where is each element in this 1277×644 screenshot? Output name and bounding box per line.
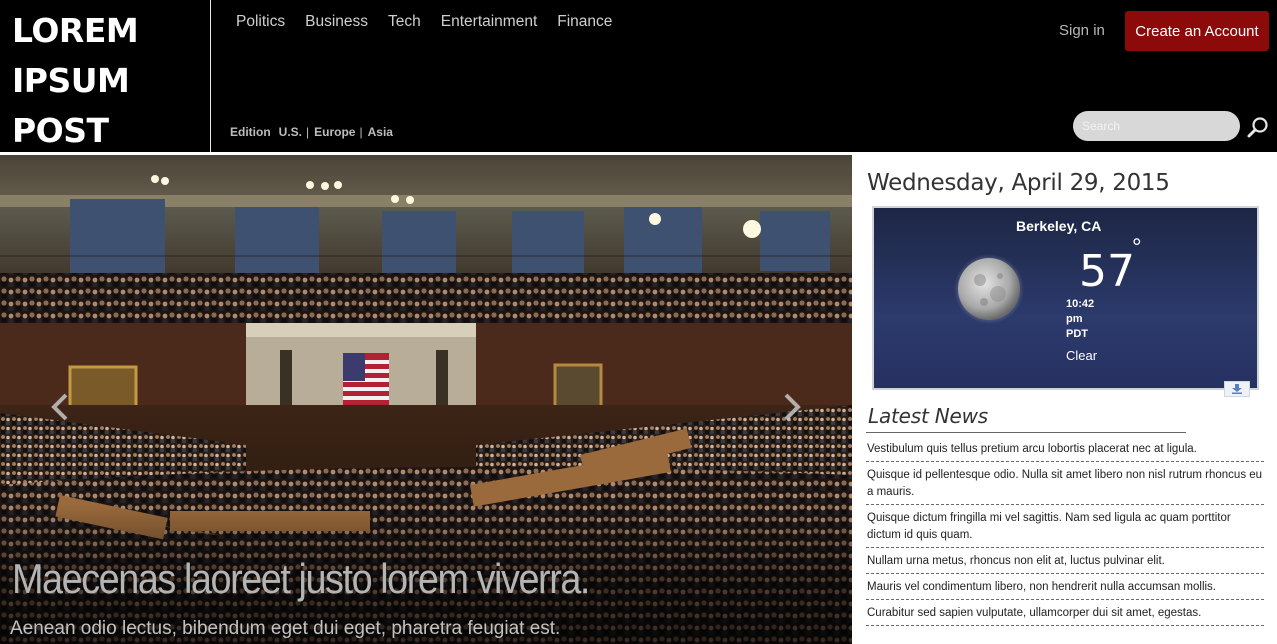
weather-temperature: 57 [1079,246,1135,297]
latest-news-list: Vestibulum quis tellus pretium arcu lobo… [866,440,1264,630]
nav-item-finance[interactable]: Finance [557,12,612,32]
list-item: Nullam urna metus, rhoncus non elit at, … [866,552,1264,574]
weather-time-ampm: pm [1066,313,1083,325]
site-logo[interactable]: LOREM IPSUM POST [0,0,211,152]
nav-item-tech[interactable]: Tech [388,12,421,32]
weather-city: Berkeley, CA [1016,218,1102,234]
moon-icon [954,254,1024,324]
hero-headline[interactable]: Maecenas laoreet justo lorem viverra. [12,555,590,603]
weather-timezone: PDT [1066,328,1088,340]
news-link[interactable]: Mauris vel condimentum libero, non hendr… [867,579,1263,596]
create-account-button[interactable]: Create an Account [1125,11,1269,51]
edition-label: Edition [230,125,271,139]
nav-item-politics[interactable]: Politics [236,12,285,32]
edition-us-link[interactable]: U.S. [279,125,302,139]
nav-item-entertainment[interactable]: Entertainment [441,12,538,32]
logo-line-3: POST [12,111,109,150]
hero-subheadline: Aenean odio lectus, bibendum eget dui eg… [10,618,561,639]
latest-news-divider [866,432,1186,433]
current-date: Wednesday, April 29, 2015 [867,170,1170,196]
weather-time: 10:42 pm PDT [1066,297,1106,342]
news-link[interactable]: Quisque dictum fringilla mi vel sagittis… [867,510,1263,544]
download-icon[interactable] [1224,381,1250,397]
weather-time-value: 10:42 [1066,298,1095,310]
search-input[interactable] [1073,111,1240,141]
weather-widget: Berkeley, CA 57 ° 10:42 pm PDT Clear [872,206,1259,390]
list-item: Mauris vel condimentum libero, non hendr… [866,578,1264,600]
news-link[interactable]: Curabitur sed sapien vulputate, ullamcor… [867,605,1263,622]
main-nav: Politics Business Tech Entertainment Fin… [226,12,622,32]
edition-separator: | [359,125,363,139]
nav-item-business[interactable]: Business [305,12,368,32]
edition-separator: | [306,125,310,139]
list-item: Quisque dictum fringilla mi vel sagittis… [866,509,1264,548]
latest-news-heading: Latest News [868,404,989,428]
news-link[interactable]: Vestibulum quis tellus pretium arcu lobo… [867,441,1263,458]
list-item: Vestibulum quis tellus pretium arcu lobo… [866,440,1264,462]
edition-selector: Edition U.S. | Europe | Asia [230,125,393,139]
site-header: LOREM IPSUM POST Politics Business Tech … [0,0,1277,152]
chevron-left-icon[interactable] [48,391,72,423]
news-link[interactable]: Quisque id pellentesque odio. Nulla sit … [867,467,1263,501]
logo-line-2: IPSUM [12,61,130,100]
sign-in-link[interactable]: Sign in [1059,22,1105,39]
edition-asia-link[interactable]: Asia [368,125,393,139]
list-item: Curabitur sed sapien vulputate, ullamcor… [866,604,1264,626]
search-icon[interactable] [1246,115,1270,139]
list-item: Quisque id pellentesque odio. Nulla sit … [866,466,1264,505]
edition-europe-link[interactable]: Europe [314,125,355,139]
weather-condition: Clear [1066,348,1098,363]
weather-degree-symbol: ° [1132,234,1142,261]
logo-line-1: LOREM [12,11,139,50]
hero-carousel[interactable]: Maecenas laoreet justo lorem viverra. Ae… [0,155,852,644]
news-link[interactable]: Nullam urna metus, rhoncus non elit at, … [867,553,1263,570]
chevron-right-icon[interactable] [780,391,804,423]
